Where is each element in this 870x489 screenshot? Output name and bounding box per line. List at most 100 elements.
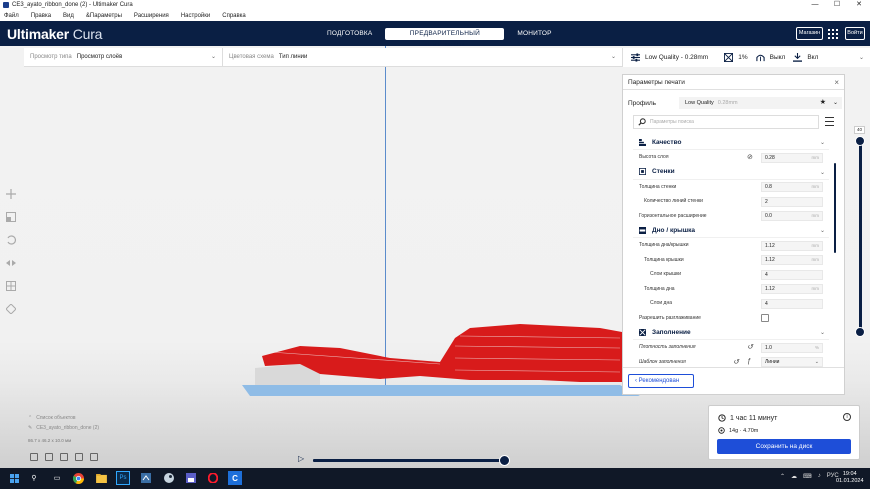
scale-tool[interactable] [5, 211, 17, 223]
settings-search-input[interactable]: Параметры поиска [633, 115, 819, 129]
layer-lower-handle[interactable] [855, 327, 865, 337]
infill-summary[interactable]: 1% [724, 53, 748, 62]
menu-view[interactable]: Вид [63, 13, 74, 19]
setting-bottom-layers[interactable]: Слои дна 4 [633, 296, 829, 311]
view-top-icon[interactable] [60, 453, 68, 461]
layer-slider[interactable]: 40 [853, 126, 867, 341]
infill-pattern-select[interactable]: Линии ⌄ [761, 357, 823, 367]
bottom-thickness-input[interactable]: 1.12 mm [761, 284, 823, 294]
wall-line-count-input[interactable]: 2 [761, 196, 823, 207]
adhesion-summary[interactable]: Вкл [793, 53, 818, 62]
view-left-icon[interactable] [75, 453, 83, 461]
steam-icon[interactable] [162, 471, 176, 485]
apps-grid-icon[interactable] [828, 29, 838, 39]
support-summary[interactable]: Выкл [755, 53, 785, 62]
info-icon[interactable]: i [843, 413, 851, 421]
setting-infill-pattern[interactable]: Шаблон заполнения ↺ ƒ Линии ⌄ [633, 355, 829, 367]
chrome-icon[interactable] [71, 471, 85, 485]
tab-prepare[interactable]: ПОДГОТОВКА [318, 28, 381, 40]
close-icon[interactable]: × [834, 78, 839, 87]
setting-bottom-thickness[interactable]: Толщина дна 1.12 mm [633, 282, 829, 297]
color-scheme-dropdown[interactable]: Цветовая схема Тип линии ⌄ [223, 48, 622, 66]
menu-edit[interactable]: Правка [31, 13, 51, 19]
view-right-icon[interactable] [90, 453, 98, 461]
category-top-bottom[interactable]: Дно / крышка ⌄ [633, 223, 829, 238]
setting-top-thickness[interactable]: Толщина крышки 1.12 mm [633, 253, 829, 268]
ironing-checkbox[interactable] [761, 314, 769, 322]
link-icon[interactable]: ⊘ [747, 153, 753, 161]
layer-height-input[interactable]: 0.28 mm [761, 152, 823, 163]
bottom-layers-input[interactable]: 4 [761, 298, 823, 309]
top-thickness-input[interactable]: 1.12 mm [761, 255, 823, 265]
object-list-item[interactable]: ✎ CE3_ayato_ribbon_done (2) [28, 423, 99, 433]
setting-wall-thickness[interactable]: Толщина стенки 0.8 mm [633, 180, 829, 195]
tab-monitor[interactable]: МОНИТОР [508, 28, 560, 40]
view-3d-icon[interactable] [30, 453, 38, 461]
photoshop-icon[interactable]: Ps [116, 471, 130, 485]
setting-infill-density[interactable]: Плотность заполнения ↺ 1.0% [633, 340, 829, 355]
menu-settings[interactable]: &Параметры [86, 13, 122, 19]
settings-menu-icon[interactable] [825, 117, 834, 126]
reset-icon[interactable]: ↺ [747, 343, 753, 351]
print-settings-summary[interactable]: Low Quality - 0.28mm 1% Выкл Вкл ⌄ [622, 48, 870, 67]
windows-start-icon[interactable] [7, 471, 21, 485]
close-window-button[interactable]: ✕ [848, 0, 870, 10]
wall-thickness-input[interactable]: 0.8 mm [761, 182, 823, 192]
search-icon[interactable]: ⚲ [27, 471, 41, 485]
mirror-tool[interactable] [5, 257, 17, 269]
app-icon[interactable] [139, 471, 153, 485]
top-bottom-thickness-input[interactable]: 1.12 mm [761, 240, 823, 251]
horizontal-expansion-input[interactable]: 0.0 mm [761, 211, 823, 221]
volume-icon[interactable]: ♪ [818, 473, 821, 480]
profile-dropdown[interactable]: Low Quality 0.28mm ★ ⌄ [679, 97, 842, 109]
settings-list[interactable]: Качество ⌄ Высота слоя ⊘ 0.28 mm Стенки ⌄ Т… [633, 135, 829, 367]
view-front-icon[interactable] [45, 453, 53, 461]
file-explorer-icon[interactable] [94, 471, 108, 485]
view-type-dropdown[interactable]: Просмотр типа Просмотр слоёв ⌄ [24, 48, 223, 66]
infill-density-input[interactable]: 1.0% [761, 342, 823, 353]
layer-number-label[interactable]: 40 [854, 126, 865, 134]
setting-layer-height[interactable]: Высота слоя ⊘ 0.28 mm [633, 150, 829, 165]
setting-top-layers[interactable]: Слои крышки 4 [633, 267, 829, 282]
save-app-icon[interactable] [184, 471, 198, 485]
menu-preferences[interactable]: Настройки [181, 13, 210, 19]
menu-help[interactable]: Справка [222, 13, 246, 19]
tab-preview[interactable]: ПРЕДВАРИТЕЛЬНЫЙ ПРОСМОТР [385, 28, 505, 49]
move-tool[interactable] [5, 188, 17, 200]
recommended-button[interactable]: ‹ Рекомендован [628, 374, 694, 388]
play-icon[interactable]: ▷ [298, 454, 304, 463]
marketplace-button[interactable]: Магазин [796, 27, 823, 40]
settings-scrollbar[interactable] [834, 163, 836, 253]
category-infill[interactable]: Заполнение ⌄ [633, 325, 829, 340]
setting-top-bottom-thickness[interactable]: Толщина дна/крышки 1.12 mm [633, 238, 829, 253]
minimize-button[interactable]: — [804, 0, 826, 10]
star-icon[interactable]: ★ [820, 97, 826, 109]
save-to-disk-button[interactable]: Сохранить на диск [717, 439, 851, 454]
top-layers-input[interactable]: 4 [761, 269, 823, 280]
chevron-down-icon[interactable]: ⌄ [859, 54, 864, 61]
network-icon[interactable]: ⌨ [803, 473, 812, 480]
menu-file[interactable]: Файл [4, 13, 19, 19]
layer-track[interactable] [858, 141, 862, 332]
setting-horizontal-expansion[interactable]: Горизонтальное расширение 0.0 mm [633, 209, 829, 224]
profile-summary[interactable]: Low Quality - 0.28mm [631, 53, 708, 62]
per-model-settings-tool[interactable] [5, 280, 17, 292]
object-list-header[interactable]: ⌃ Список объектов [28, 413, 99, 423]
support-blocker-tool[interactable] [5, 303, 17, 315]
rotate-tool[interactable] [5, 234, 17, 246]
function-icon[interactable]: ƒ [747, 358, 751, 365]
path-slider-handle[interactable] [499, 455, 510, 466]
login-button[interactable]: Войти [845, 27, 865, 40]
task-view-icon[interactable]: ▭ [50, 471, 64, 485]
category-walls[interactable]: Стенки ⌄ [633, 165, 829, 180]
layer-upper-handle[interactable] [855, 136, 865, 146]
opera-icon[interactable] [206, 471, 220, 485]
path-slider-track[interactable] [313, 459, 505, 462]
category-quality[interactable]: Качество ⌄ [633, 135, 829, 150]
reset-icon[interactable]: ↺ [733, 358, 739, 366]
cloud-icon[interactable]: ☁ [791, 473, 797, 480]
maximize-button[interactable]: ☐ [826, 0, 848, 10]
cura-taskbar-icon[interactable]: C [228, 471, 242, 485]
taskbar-clock[interactable]: 19:04 01.01.2024 [836, 471, 864, 485]
menu-extensions[interactable]: Расширения [134, 13, 169, 19]
